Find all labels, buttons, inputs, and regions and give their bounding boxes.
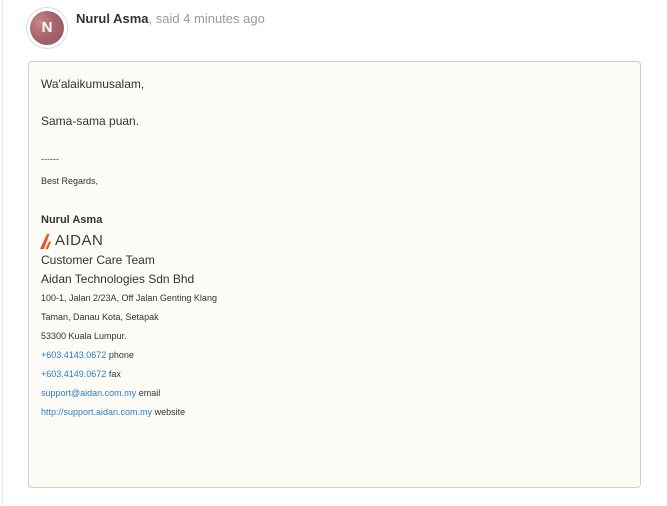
fax-link[interactable]: +603.4149.0672 [41, 369, 106, 379]
message-text: Sama-sama puan. [41, 114, 140, 128]
signature-separator: ------ [41, 154, 59, 164]
phone-label: phone [106, 350, 134, 360]
address-line-2: Taman, Danau Kota, Setapak [41, 312, 159, 322]
phone-link[interactable]: +603.4143.0672 [41, 350, 106, 360]
address-line-3: 53300 Kuala Lumpur. [41, 331, 127, 341]
email-label: email [136, 388, 161, 398]
phone-row: +603.4143.0672 phone [41, 350, 134, 360]
signature-company: Aidan Technologies Sdn Bhd [41, 272, 195, 286]
comment-page: N Nurul Asma, said 4 minutes ago Wa'alai… [0, 0, 667, 506]
fax-label: fax [106, 369, 121, 379]
website-row: http://support.aidan.com.my website [41, 407, 185, 417]
regards-text: Best Regards, [41, 176, 99, 186]
aidan-logo-icon [40, 233, 51, 249]
author-name[interactable]: Nurul Asma [76, 11, 148, 26]
greeting-text: Wa'alaikumusalam, [41, 77, 145, 91]
comment-timestamp: , said 4 minutes ago [148, 11, 265, 26]
logo-text: AIDAN [55, 232, 104, 249]
email-row: support@aidan.com.my email [41, 388, 160, 398]
website-label: website [152, 407, 186, 417]
email-link[interactable]: support@aidan.com.my [41, 388, 136, 398]
address-line-1: 100-1, Jalan 2/23A, Off Jalan Genting Kl… [41, 293, 217, 303]
fax-row: +603.4149.0672 fax [41, 369, 121, 379]
website-link[interactable]: http://support.aidan.com.my [41, 407, 152, 417]
signature-team: Customer Care Team [41, 253, 155, 267]
comment-header: Nurul Asma, said 4 minutes ago [76, 11, 265, 27]
avatar[interactable]: N [30, 11, 64, 45]
signature-name: Nurul Asma [41, 214, 103, 226]
left-divider [2, 0, 3, 506]
comment-body: Wa'alaikumusalam, Sama-sama puan. ------… [28, 61, 641, 488]
company-logo: AIDAN [40, 232, 103, 250]
